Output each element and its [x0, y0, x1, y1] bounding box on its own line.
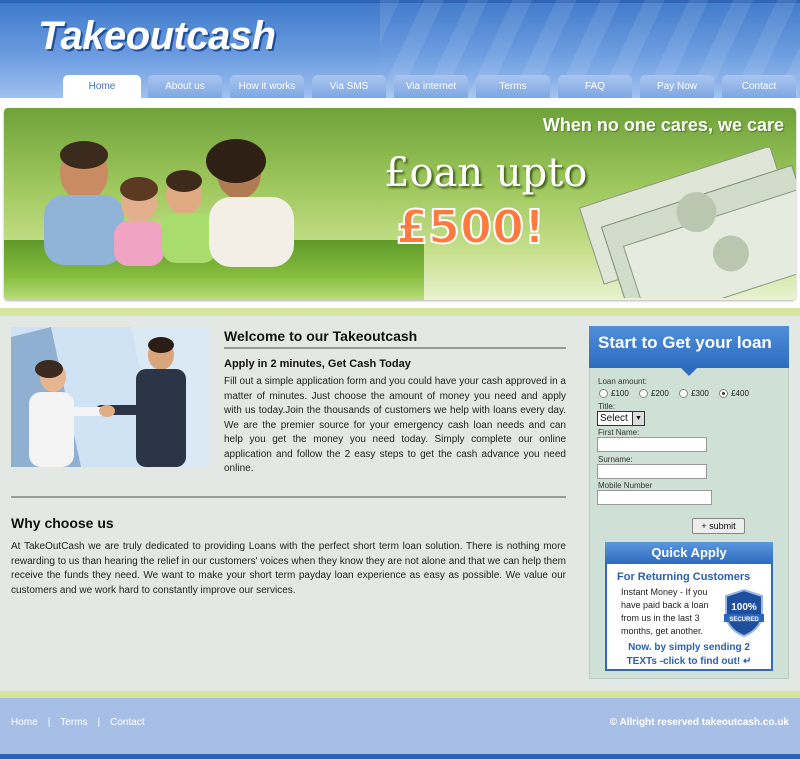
footer-bottom-line	[0, 754, 800, 759]
handshake-photo	[11, 327, 209, 467]
quick-apply-cta-link[interactable]: Now. by simply sending 2 TEXTs -click to…	[614, 641, 764, 669]
return-arrow-icon: ↵	[743, 656, 752, 667]
why-choose-us-paragraph: At TakeOutCash we are truly dedicated to…	[11, 541, 567, 596]
radio-button[interactable]	[599, 389, 608, 399]
welcome-divider	[224, 347, 566, 349]
quick-apply-text: Instant Money - If you have paid back a …	[621, 587, 709, 636]
radio-button-selected[interactable]	[719, 389, 729, 399]
nav-tab-pay-now[interactable]: Pay Now	[640, 75, 714, 98]
loan-amount-option[interactable]: £400	[719, 389, 749, 399]
mobile-number-input[interactable]	[597, 490, 712, 505]
banner-tagline: When no one cares, we care	[542, 115, 784, 135]
nav-tab-contact[interactable]: Contact	[722, 75, 796, 98]
radio-button[interactable]	[679, 389, 689, 399]
quick-apply-subheading: For Returning Customers	[617, 571, 751, 583]
surname-label: Surname:	[598, 455, 633, 464]
loan-amount-option[interactable]: £300	[679, 389, 709, 399]
chevron-down-icon[interactable]: ▼	[632, 412, 644, 425]
secured-badge-icon: 100% SECURED	[724, 588, 764, 638]
hero-banner: When no one cares, we care £oan upto £50…	[4, 108, 796, 300]
nav-tab-how-it-works[interactable]: How it works	[230, 75, 304, 98]
first-name-label: First Name:	[598, 428, 640, 437]
footer-links: Home | Terms | Contact	[11, 717, 145, 728]
welcome-paragraph: Fill out a simple application form and y…	[224, 376, 566, 474]
quick-apply-heading: Quick Apply	[605, 542, 773, 564]
welcome-subheading: Apply in 2 minutes, Get Cash Today	[224, 358, 411, 370]
family-photo	[44, 139, 294, 267]
first-name-input[interactable]	[597, 437, 707, 452]
title-label: Title:	[598, 402, 616, 411]
nav-tab-faq[interactable]: FAQ	[558, 75, 632, 98]
title-select[interactable]: Select ▼	[597, 411, 645, 426]
radio-label: £400	[731, 389, 749, 398]
banner-loan-upto: £oan upto	[384, 150, 588, 196]
title-select-value: Select	[600, 413, 628, 424]
loan-form-heading: Start to Get your loan	[589, 326, 789, 376]
mobile-number-label: Mobile Number	[598, 481, 653, 490]
loan-amount-label: Loan amount:	[598, 377, 647, 386]
radio-label: £200	[651, 389, 669, 398]
nav-tab-terms[interactable]: Terms	[476, 75, 550, 98]
radio-label: £100	[611, 389, 629, 398]
why-choose-us-heading: Why choose us	[11, 515, 114, 531]
loan-amount-option[interactable]: £200	[639, 389, 669, 399]
footer-link-home[interactable]: Home	[11, 717, 38, 728]
banner-loan-amount: £500!	[395, 199, 546, 255]
loan-amount-option[interactable]: £100	[599, 389, 629, 399]
footer-copyright: © Allright reserved takeoutcash.co.uk	[609, 717, 789, 728]
radio-button[interactable]	[639, 389, 649, 399]
site-header: Takeoutcash Home About us How it works V…	[0, 0, 800, 98]
footer-green-strip	[0, 691, 800, 698]
banknotes-image	[578, 148, 796, 298]
nav-tab-via-internet[interactable]: Via internet	[394, 75, 468, 98]
quick-apply-cta-text: Now. by simply sending 2 TEXTs -click to…	[626, 642, 750, 667]
nav-tab-via-sms[interactable]: Via SMS	[312, 75, 386, 98]
svg-text:100%: 100%	[731, 602, 757, 613]
svg-text:SECURED: SECURED	[729, 617, 759, 623]
site-logo[interactable]: Takeoutcash	[38, 14, 276, 59]
radio-label: £300	[691, 389, 709, 398]
footer-link-terms[interactable]: Terms	[60, 717, 87, 728]
loan-amount-options: £100 £200 £300 £400	[599, 389, 757, 399]
section-divider	[11, 496, 566, 498]
footer-separator: |	[47, 717, 51, 728]
surname-input[interactable]	[597, 464, 707, 479]
submit-button[interactable]: + submit	[692, 518, 745, 534]
nav-tab-home[interactable]: Home	[63, 75, 141, 98]
welcome-heading: Welcome to our Takeoutcash	[224, 328, 418, 344]
green-divider-strip	[0, 308, 800, 316]
nav-tab-about-us[interactable]: About us	[148, 75, 222, 98]
footer-link-contact[interactable]: Contact	[110, 717, 144, 728]
footer-separator: |	[97, 717, 101, 728]
